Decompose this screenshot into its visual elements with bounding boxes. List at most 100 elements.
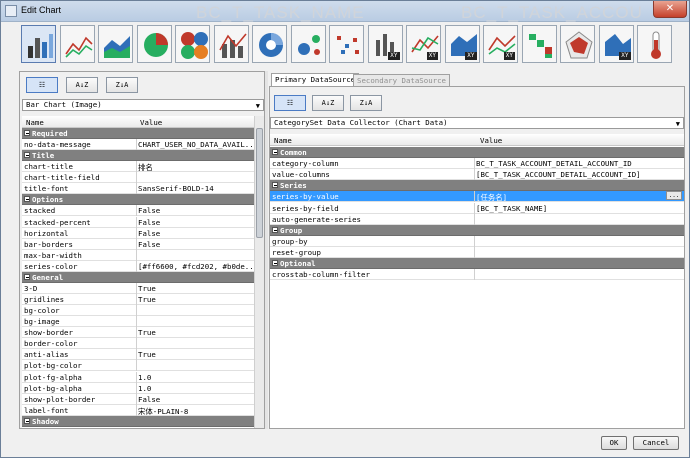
bar-chart-button[interactable]: [21, 25, 56, 63]
left-chart-type-combo[interactable]: Bar Chart (Image) ▼: [22, 99, 264, 111]
collapse-icon[interactable]: [24, 273, 30, 280]
left-property-row[interactable]: title-font SansSerif-BOLD-14: [22, 183, 254, 195]
right-property-row[interactable]: crosstab-column-filter: [270, 269, 684, 281]
left-categorized-button[interactable]: ☷: [26, 77, 58, 93]
right-category-row[interactable]: Optional: [270, 258, 684, 269]
right-property-row[interactable]: auto-generate-series: [270, 213, 684, 225]
left-property-value[interactable]: [#ff6600, #fcd202, #b0de...: [138, 262, 254, 271]
collapse-icon[interactable]: [24, 130, 30, 136]
right-property-value[interactable]: [BC_T_TASK_NAME]: [476, 204, 547, 213]
left-property-row[interactable]: 3-D True: [22, 282, 254, 294]
left-property-value[interactable]: False: [138, 206, 160, 215]
panel-divider[interactable]: [265, 71, 268, 429]
ellipsis-button[interactable]: ...: [666, 191, 682, 201]
left-property-value[interactable]: False: [138, 395, 160, 404]
left-sort-descending-button[interactable]: Z↓A: [106, 77, 138, 93]
left-property-value[interactable]: SansSerif-BOLD-14: [138, 184, 214, 193]
left-property-row[interactable]: chart-title 排名: [22, 161, 254, 173]
left-property-row[interactable]: show-plot-border False: [22, 393, 254, 405]
left-property-row[interactable]: plot-bg-alpha 1.0: [22, 382, 254, 394]
close-button[interactable]: ✕: [653, 1, 687, 18]
left-property-row[interactable]: plot-fg-alpha 1.0: [22, 371, 254, 383]
xy-line-chart-2-button[interactable]: XY: [483, 25, 518, 63]
left-scrollbar-thumb[interactable]: [256, 128, 263, 238]
left-property-value[interactable]: True: [138, 350, 156, 359]
left-property-row[interactable]: anti-alias True: [22, 349, 254, 361]
right-categorized-button[interactable]: ☷: [274, 95, 306, 111]
cancel-button[interactable]: Cancel: [633, 436, 679, 450]
right-property-row[interactable]: series-by-value [任务名]...: [270, 191, 684, 203]
left-property-value[interactable]: True: [138, 295, 156, 304]
right-property-row[interactable]: group-by: [270, 235, 684, 247]
left-property-value[interactable]: True: [138, 284, 156, 293]
xy-bar-chart-button[interactable]: XY: [367, 25, 403, 63]
right-property-row[interactable]: series-by-field [BC_T_TASK_NAME]: [270, 202, 684, 214]
right-category-row[interactable]: Group: [270, 224, 684, 236]
bubble-chart-button[interactable]: [290, 25, 326, 63]
collapse-icon[interactable]: [24, 417, 30, 424]
left-category-row[interactable]: General: [22, 271, 254, 283]
xy-area-chart-button[interactable]: XY: [444, 25, 480, 63]
left-category-row[interactable]: Shadow: [22, 415, 254, 427]
left-scrollbar[interactable]: [254, 116, 264, 428]
left-property-row[interactable]: border-color: [22, 338, 254, 350]
left-property-row[interactable]: max-bar-width: [22, 249, 254, 261]
bar-line-chart-button[interactable]: [213, 25, 249, 63]
left-property-row[interactable]: chart-title-field: [22, 172, 254, 184]
right-property-value[interactable]: BC_T_TASK_ACCOUNT_DETAIL_ACCOUNT_ID: [476, 159, 632, 168]
left-property-row[interactable]: series-color [#ff6600, #fcd202, #b0de...: [22, 260, 254, 272]
right-property-row[interactable]: reset-group: [270, 246, 684, 258]
collapse-icon[interactable]: [24, 196, 30, 203]
left-property-value[interactable]: 1.0: [138, 373, 151, 382]
left-property-row[interactable]: stacked False: [22, 205, 254, 217]
left-property-value[interactable]: 1.0: [138, 384, 151, 393]
radar-chart-button[interactable]: [560, 25, 595, 63]
left-category-row[interactable]: Options: [22, 194, 254, 206]
left-property-row[interactable]: label-font 宋体-PLAIN-8: [22, 404, 254, 416]
left-sort-ascending-button[interactable]: A↓Z: [66, 77, 98, 93]
collapse-icon[interactable]: [272, 149, 278, 155]
left-property-row[interactable]: show-border True: [22, 327, 254, 339]
tab-primary-datasource[interactable]: Primary DataSource: [271, 73, 360, 86]
left-property-row[interactable]: bg-color: [22, 305, 254, 317]
right-property-value[interactable]: [BC_T_TASK_ACCOUNT_DETAIL_ACCOUNT_ID]: [476, 170, 641, 179]
chevron-down-icon[interactable]: ▼: [256, 101, 260, 111]
left-property-row[interactable]: gridlines True: [22, 294, 254, 306]
left-property-value[interactable]: False: [138, 229, 160, 238]
left-property-value[interactable]: False: [138, 240, 160, 249]
thermometer-chart-button[interactable]: [637, 25, 672, 63]
left-property-row[interactable]: no-data-message CHART_USER_NO_DATA_AVAIL.…: [22, 139, 254, 151]
area-chart-button[interactable]: [98, 25, 133, 63]
left-property-value[interactable]: CHART_USER_NO_DATA_AVAIL...: [138, 140, 254, 149]
left-property-row[interactable]: bg-image: [22, 316, 254, 328]
scatter-chart-button[interactable]: [329, 25, 364, 63]
right-category-row[interactable]: Common: [270, 147, 684, 158]
left-property-row[interactable]: plot-bg-color: [22, 360, 254, 372]
collapse-icon[interactable]: [24, 152, 30, 159]
multi-pie-chart-button[interactable]: [175, 25, 210, 63]
left-property-value[interactable]: True: [138, 328, 156, 337]
right-property-row[interactable]: category-column BC_T_TASK_ACCOUNT_DETAIL_…: [270, 158, 684, 170]
ring-chart-button[interactable]: [252, 25, 287, 63]
left-property-value[interactable]: False: [138, 218, 160, 227]
right-collector-combo[interactable]: CategorySet Data Collector (Chart Data) …: [270, 117, 684, 129]
left-category-row[interactable]: Title: [22, 150, 254, 162]
right-sort-descending-button[interactable]: Z↓A: [350, 95, 382, 111]
ok-button[interactable]: OK: [601, 436, 627, 450]
collapse-icon[interactable]: [272, 182, 278, 189]
left-property-row[interactable]: bar-borders False: [22, 238, 254, 250]
xy-area-chart-2-button[interactable]: XY: [598, 25, 634, 63]
collapse-icon[interactable]: [272, 260, 278, 266]
waterfall-chart-button[interactable]: [521, 25, 557, 63]
line-chart-button[interactable]: [59, 25, 95, 63]
right-sort-ascending-button[interactable]: A↓Z: [312, 95, 344, 111]
right-property-row[interactable]: value-columns [BC_T_TASK_ACCOUNT_DETAIL_A…: [270, 169, 684, 181]
chevron-down-icon[interactable]: ▼: [676, 119, 680, 129]
left-property-row[interactable]: horizontal False: [22, 227, 254, 239]
collapse-icon[interactable]: [272, 226, 278, 233]
left-property-row[interactable]: stacked-percent False: [22, 216, 254, 228]
right-category-row[interactable]: Series: [270, 180, 684, 192]
left-category-row[interactable]: Required: [22, 128, 254, 139]
pie-chart-button[interactable]: [136, 25, 172, 63]
xy-line-chart-button[interactable]: XY: [406, 25, 441, 63]
